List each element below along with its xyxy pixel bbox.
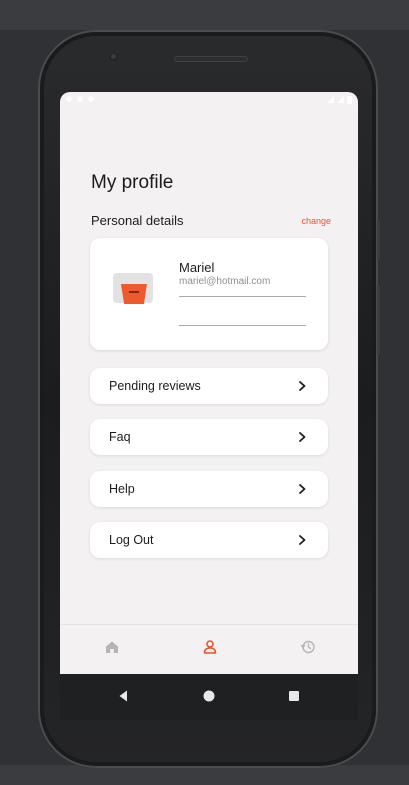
menu-item-label: Log Out	[109, 533, 154, 547]
home-circle-icon[interactable]	[201, 688, 217, 704]
user-email: mariel@hotmail.com	[179, 276, 271, 287]
menu-item-label: Pending reviews	[109, 379, 201, 393]
app-screen: My profile Personal details change Marie…	[60, 92, 358, 674]
notification-icon	[77, 96, 83, 102]
back-icon[interactable]	[116, 688, 132, 704]
earpiece-speaker	[174, 56, 248, 62]
background-top-band	[0, 0, 409, 30]
profile-card: Mariel mariel@hotmail.com	[90, 238, 328, 350]
home-icon[interactable]	[102, 637, 122, 657]
chevron-right-icon	[299, 432, 306, 442]
recents-icon[interactable]	[286, 688, 302, 704]
menu-item-label: Help	[109, 482, 135, 496]
profile-icon[interactable]	[200, 637, 220, 657]
phone-frame: My profile Personal details change Marie…	[38, 30, 380, 768]
background-bottom-band	[0, 765, 409, 785]
history-icon[interactable]	[298, 637, 318, 657]
menu-item-log-out[interactable]: Log Out	[90, 522, 328, 558]
chevron-right-icon	[299, 535, 306, 545]
menu-item-faq[interactable]: Faq	[90, 419, 328, 455]
basket-label-mark	[129, 291, 139, 293]
system-navigation-bar	[60, 674, 358, 720]
menu-item-pending-reviews[interactable]: Pending reviews	[90, 368, 328, 404]
page-title: My profile	[91, 172, 174, 193]
battery-icon	[347, 96, 352, 104]
chevron-right-icon	[299, 381, 306, 391]
menu-item-help[interactable]: Help	[90, 471, 328, 507]
status-notification-icons	[66, 96, 94, 102]
signal-icon	[327, 96, 334, 103]
menu-item-label: Faq	[109, 430, 131, 444]
personal-details-label: Personal details	[91, 213, 184, 228]
status-bar	[60, 92, 358, 110]
user-name: Mariel	[179, 260, 215, 275]
chevron-right-icon	[299, 484, 306, 494]
extra-field-underline[interactable]	[179, 325, 306, 326]
basket-icon	[121, 284, 147, 304]
power-button	[377, 220, 380, 260]
volume-button	[377, 285, 380, 355]
wifi-icon	[337, 96, 344, 103]
change-link[interactable]: change	[301, 216, 331, 226]
front-camera	[109, 52, 118, 61]
bottom-navigation	[60, 624, 358, 674]
avatar[interactable]	[107, 273, 161, 311]
notification-icon	[66, 96, 72, 102]
status-system-icons	[327, 96, 352, 104]
notification-icon	[88, 96, 94, 102]
email-field-underline	[179, 296, 306, 297]
